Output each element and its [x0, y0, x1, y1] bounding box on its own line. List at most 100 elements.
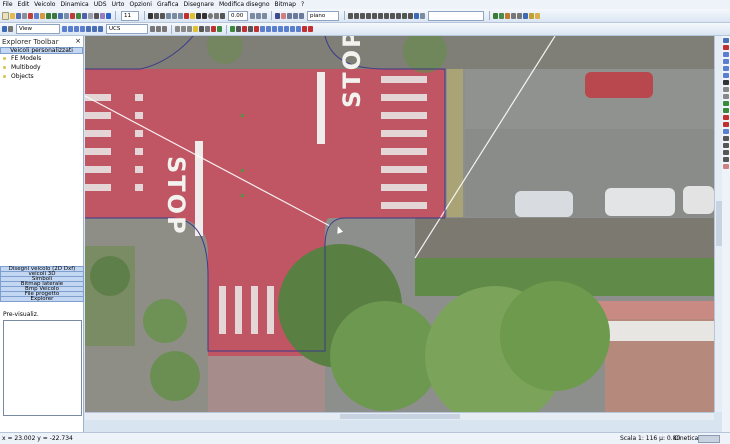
- wire-icon[interactable]: [175, 26, 180, 32]
- pan-icon[interactable]: [8, 26, 13, 32]
- marker-icon[interactable]: [217, 26, 222, 32]
- text-tool-icon[interactable]: [723, 80, 729, 85]
- map-icon[interactable]: [499, 12, 504, 19]
- measure-icon[interactable]: [88, 12, 93, 19]
- offset-icon[interactable]: [384, 12, 389, 19]
- image-icon[interactable]: [493, 12, 498, 19]
- point-icon[interactable]: [296, 26, 301, 32]
- menu-dinamica[interactable]: Dinamica: [58, 0, 91, 9]
- rotate-icon[interactable]: [354, 12, 359, 19]
- menu-grafica[interactable]: Grafica: [154, 0, 181, 9]
- camera-icon[interactable]: [94, 12, 99, 19]
- menu-modifica-disegno[interactable]: Modifica disegno: [216, 0, 272, 9]
- drawing-canvas[interactable]: STOP STOP: [85, 36, 714, 412]
- cut-icon[interactable]: [28, 12, 33, 19]
- save-icon[interactable]: [16, 12, 21, 19]
- text-icon[interactable]: [220, 12, 225, 19]
- open-folder-icon[interactable]: [10, 12, 15, 19]
- ungroup-icon[interactable]: [408, 12, 413, 19]
- light-icon[interactable]: [193, 26, 198, 32]
- menu-uds[interactable]: UDS: [91, 0, 109, 9]
- bitmap-icon[interactable]: [505, 12, 510, 19]
- pause-icon[interactable]: [236, 26, 241, 32]
- line-tool-icon[interactable]: [723, 45, 729, 50]
- horizontal-scrollbar[interactable]: [85, 412, 714, 420]
- rect-icon[interactable]: [214, 12, 219, 19]
- layer-select[interactable]: piano: [307, 10, 339, 21]
- scale-tool-icon[interactable]: [723, 150, 729, 155]
- line-icon[interactable]: [202, 12, 207, 19]
- search-field[interactable]: [428, 10, 484, 21]
- render-icon[interactable]: [529, 12, 534, 19]
- view-select[interactable]: View: [16, 24, 60, 34]
- properties-icon[interactable]: [414, 12, 419, 19]
- measure-tool-icon[interactable]: [723, 157, 729, 162]
- pointer-icon[interactable]: [723, 38, 729, 43]
- stop-icon[interactable]: [242, 26, 247, 32]
- hatch-tool-icon[interactable]: [723, 94, 729, 99]
- dimension-icon[interactable]: [299, 12, 304, 19]
- dim-tool-icon[interactable]: [723, 87, 729, 92]
- tree-icon[interactable]: [76, 12, 81, 19]
- tree-item-fe-models[interactable]: FE Models: [3, 55, 41, 62]
- node-tool-icon[interactable]: [723, 129, 729, 134]
- circle-tool-icon[interactable]: [723, 59, 729, 64]
- collision-icon[interactable]: [302, 26, 307, 32]
- trajectory-icon[interactable]: [260, 26, 265, 32]
- view-front-icon[interactable]: [62, 26, 67, 32]
- explorer-icon[interactable]: [2, 26, 7, 32]
- curve-icon[interactable]: [278, 26, 283, 32]
- export-icon[interactable]: [535, 12, 540, 19]
- view-top-icon[interactable]: [68, 26, 73, 32]
- paste-icon[interactable]: [40, 12, 45, 19]
- shadow-icon[interactable]: [199, 26, 204, 32]
- node-icon[interactable]: [272, 26, 277, 32]
- mirror-icon[interactable]: [366, 12, 371, 19]
- path-icon[interactable]: [266, 26, 271, 32]
- arc-tool-icon[interactable]: [723, 52, 729, 57]
- horizontal-scroll-thumb[interactable]: [340, 414, 460, 419]
- spin-icon[interactable]: [250, 12, 255, 19]
- spline-icon[interactable]: [284, 26, 289, 32]
- align-center-icon[interactable]: [172, 12, 177, 19]
- photo-icon[interactable]: [523, 12, 528, 19]
- underline-icon[interactable]: [160, 12, 165, 19]
- move-tool-icon[interactable]: [723, 136, 729, 141]
- align-right-icon[interactable]: [178, 12, 183, 19]
- copy-icon[interactable]: [34, 12, 39, 19]
- texture-icon[interactable]: [187, 26, 192, 32]
- redo-icon[interactable]: [52, 12, 57, 19]
- rotate-tool-icon[interactable]: [723, 143, 729, 148]
- arrow-icon[interactable]: [196, 12, 201, 19]
- line-width-select[interactable]: 11: [121, 10, 139, 21]
- new-file-icon[interactable]: [2, 11, 9, 20]
- menu-opzioni[interactable]: Opzioni: [127, 0, 155, 9]
- step-icon[interactable]: [248, 26, 253, 32]
- join-icon[interactable]: [390, 12, 395, 19]
- image-tool-icon[interactable]: [723, 101, 729, 106]
- pen-icon[interactable]: [275, 12, 280, 19]
- align-left-icon[interactable]: [166, 12, 171, 19]
- record-icon[interactable]: [254, 26, 259, 32]
- settings-icon[interactable]: [100, 12, 105, 19]
- menu-edit[interactable]: Edit: [15, 0, 32, 9]
- undo-icon[interactable]: [46, 12, 51, 19]
- help-icon[interactable]: [106, 12, 111, 19]
- tree-item-objects[interactable]: Objects: [3, 73, 34, 80]
- bold-icon[interactable]: [148, 12, 153, 19]
- view-3d-icon[interactable]: [80, 26, 85, 32]
- layers-icon[interactable]: [256, 12, 261, 19]
- zoom-in-icon[interactable]: [86, 26, 91, 32]
- zoom-icon[interactable]: [58, 12, 63, 19]
- erase-tool-icon[interactable]: [723, 164, 729, 169]
- rect-tool-icon[interactable]: [723, 66, 729, 71]
- ucs-select[interactable]: UCS: [106, 24, 148, 34]
- zoom-out-icon[interactable]: [92, 26, 97, 32]
- extend-icon[interactable]: [378, 12, 383, 19]
- snap-icon[interactable]: [287, 12, 292, 19]
- scale-icon[interactable]: [360, 12, 365, 19]
- road-icon[interactable]: [205, 26, 210, 32]
- circle-icon[interactable]: [208, 12, 213, 19]
- menu-urto[interactable]: Urto: [109, 0, 127, 9]
- select-icon[interactable]: [82, 12, 87, 19]
